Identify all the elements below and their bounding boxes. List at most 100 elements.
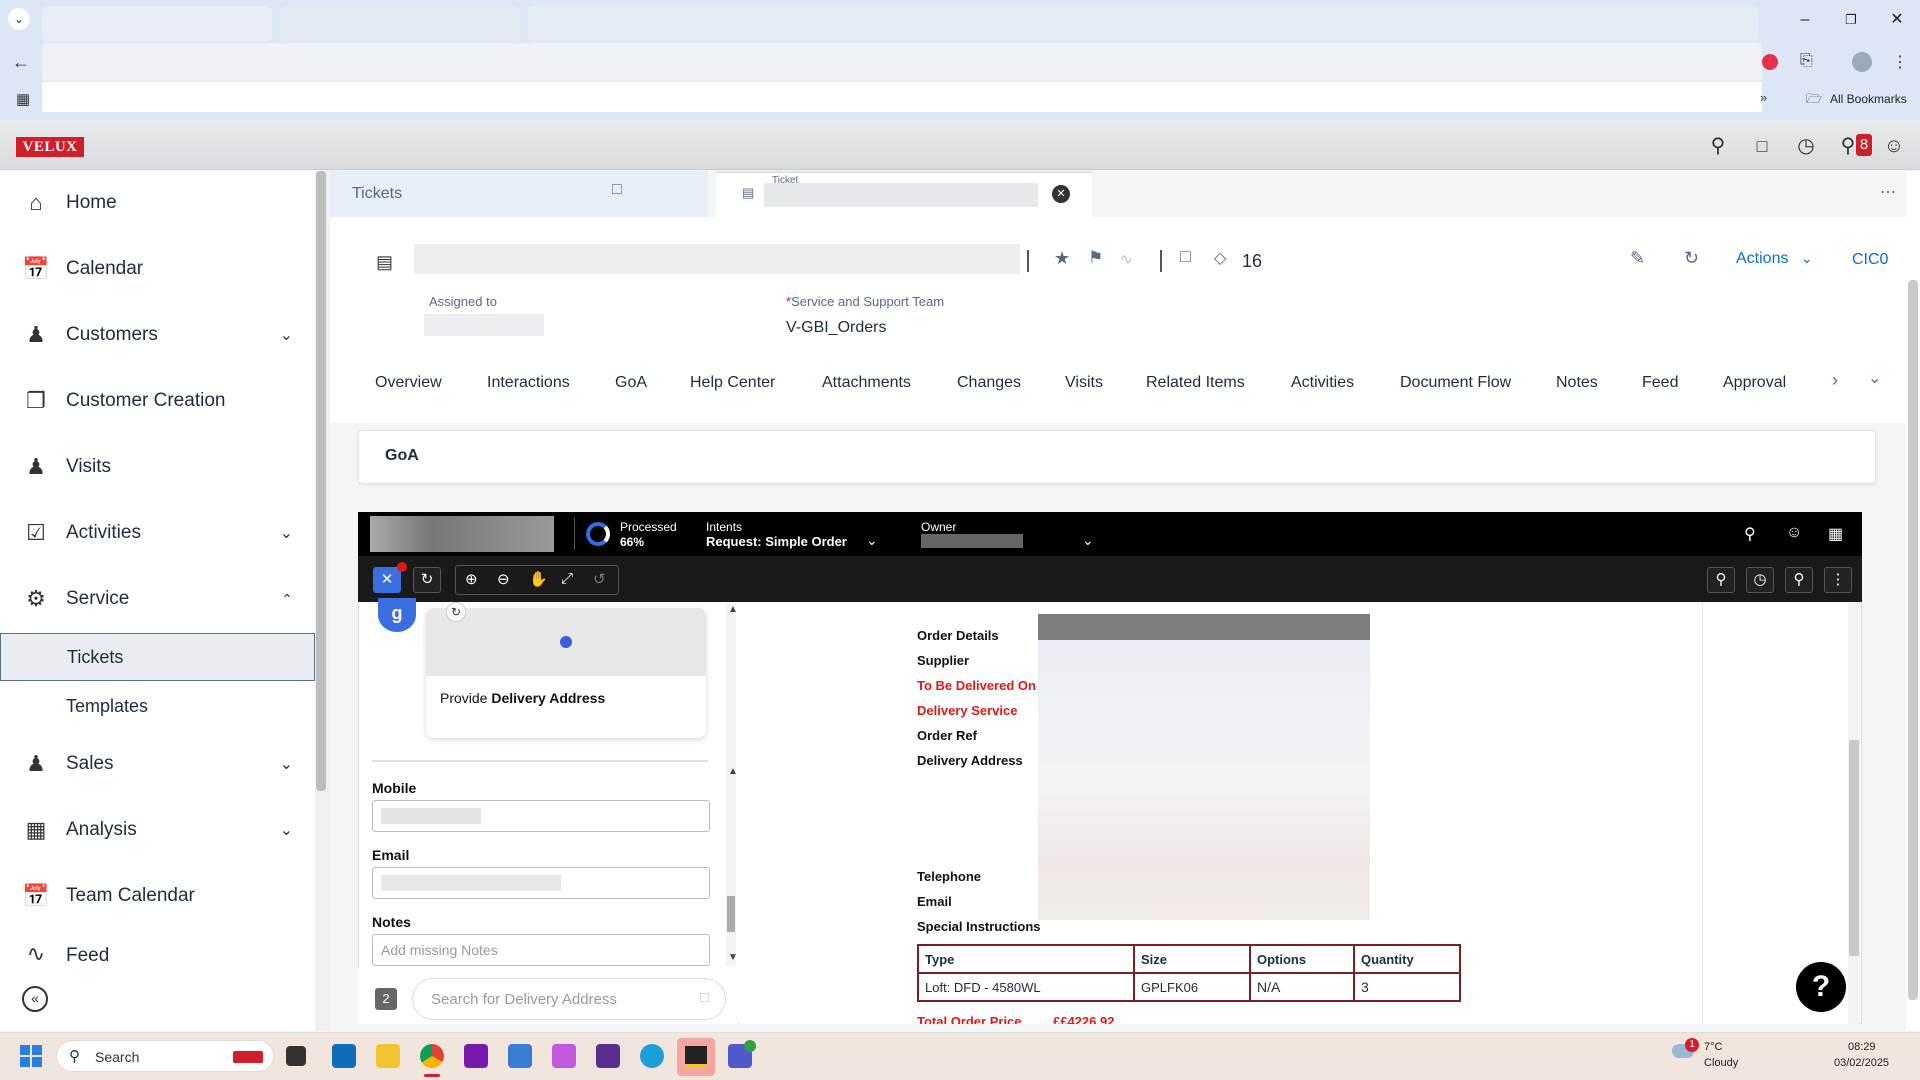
- tab-document-flow[interactable]: Document Flow: [1400, 374, 1511, 392]
- app-icon[interactable]: [596, 1044, 620, 1068]
- sidebar-subitem-tickets[interactable]: Tickets: [0, 633, 315, 681]
- chevron-down-icon[interactable]: ⌄: [1082, 532, 1094, 549]
- tab-overview[interactable]: Overview: [375, 374, 442, 392]
- user-icon[interactable]: ☺: [1786, 524, 1802, 542]
- chevron-down-icon[interactable]: ⌄: [280, 754, 293, 774]
- clock-date[interactable]: 03/02/2025: [1834, 1057, 1889, 1069]
- clock-icon[interactable]: ◷: [1792, 132, 1820, 160]
- file-explorer-icon[interactable]: [376, 1044, 400, 1068]
- comment-icon[interactable]: □: [1180, 246, 1191, 267]
- sidebar-item-feed[interactable]: ∿ Feed: [0, 935, 315, 967]
- chevron-down-icon[interactable]: ⌄: [1868, 368, 1881, 388]
- onenote-icon[interactable]: [464, 1044, 488, 1068]
- notification-tab-icon[interactable]: □: [612, 181, 622, 199]
- form-scroll-thumb[interactable]: [727, 896, 735, 932]
- sidebar-item-customer-creation[interactable]: ❐ Customer Creation: [0, 375, 315, 427]
- flag-icon[interactable]: ⚑: [1088, 248, 1103, 268]
- sidebar-item-activities[interactable]: ☑ Activities ⌄: [0, 507, 315, 559]
- chrome-icon[interactable]: [420, 1044, 444, 1068]
- search-icon[interactable]: ⚲: [1785, 567, 1813, 593]
- tab-interactions[interactable]: Interactions: [487, 374, 570, 392]
- main-scroll-thumb[interactable]: [1908, 280, 1918, 1000]
- chevron-down-icon[interactable]: ⌄: [280, 325, 293, 345]
- tag-icon[interactable]: ◇: [1214, 248, 1226, 268]
- chevron-right-icon[interactable]: ›: [1832, 370, 1838, 391]
- sidebar-item-sales[interactable]: ♟ Sales ⌄: [0, 738, 315, 790]
- tab-goa[interactable]: GoA: [615, 374, 647, 392]
- edge-icon[interactable]: [640, 1044, 664, 1068]
- address-bar[interactable]: [42, 43, 1762, 81]
- chevron-up-icon[interactable]: ▲: [728, 766, 738, 777]
- browser-tab[interactable]: [280, 6, 520, 42]
- help-chat-icon[interactable]: □: [1748, 132, 1776, 160]
- chevron-down-icon[interactable]: ⌄: [866, 532, 878, 549]
- bell-icon[interactable]: ⚲: [1744, 524, 1756, 544]
- notes-field[interactable]: Add missing Notes: [372, 934, 710, 966]
- browser-menu-icon[interactable]: ⋮: [1892, 52, 1908, 72]
- document-scroll-thumb[interactable]: [1849, 740, 1859, 956]
- chevron-up-icon[interactable]: ⌃: [281, 591, 293, 608]
- restore-icon[interactable]: ❐: [1836, 8, 1866, 32]
- sidebar-item-team-calendar[interactable]: 📅 Team Calendar: [0, 870, 315, 922]
- close-window-icon[interactable]: ✕: [1882, 8, 1912, 32]
- zoom-out-icon[interactable]: ⊖: [497, 570, 510, 588]
- mobile-field[interactable]: [372, 800, 710, 832]
- all-bookmarks-link[interactable]: All Bookmarks: [1830, 92, 1907, 106]
- tab-ticket[interactable]: ▤ Ticket ✕: [716, 171, 1092, 217]
- refresh-icon[interactable]: ↻: [1684, 248, 1699, 269]
- chevron-up-icon[interactable]: ▲: [728, 604, 738, 615]
- snipping-tool-icon[interactable]: [552, 1044, 576, 1068]
- windows-start-icon[interactable]: [20, 1045, 42, 1067]
- browser-tab[interactable]: [42, 6, 272, 42]
- zoom-in-icon[interactable]: ⊕: [465, 570, 478, 588]
- minimize-icon[interactable]: –: [1790, 8, 1820, 32]
- more-options-icon[interactable]: ⋯: [1880, 182, 1896, 202]
- clock-time[interactable]: 08:29: [1848, 1041, 1876, 1053]
- edit-icon[interactable]: ✎: [1630, 248, 1645, 269]
- tab-help-center[interactable]: Help Center: [690, 374, 775, 392]
- team-value[interactable]: V-GBI_Orders: [786, 319, 886, 337]
- search-icon[interactable]: ⚲: [1704, 132, 1732, 160]
- sidebar-item-customers[interactable]: ♟ Customers ⌄: [0, 309, 315, 361]
- more-vertical-icon[interactable]: ⋮: [1824, 567, 1852, 593]
- back-icon[interactable]: ←: [12, 52, 30, 73]
- more-bookmarks-icon[interactable]: »: [1760, 90, 1767, 105]
- rotate-icon[interactable]: ↺: [593, 570, 606, 588]
- pan-hand-icon[interactable]: ✋: [529, 570, 548, 588]
- sidebar-item-calendar[interactable]: 📅 Calendar: [0, 243, 315, 295]
- sticky-notes-icon[interactable]: [508, 1044, 532, 1068]
- sidebar-item-service[interactable]: ⚙ Service ⌃: [0, 573, 315, 625]
- rss-icon[interactable]: ∿: [1120, 250, 1133, 268]
- task-view-icon[interactable]: [286, 1046, 306, 1066]
- star-icon[interactable]: ★: [1054, 248, 1070, 269]
- sidebar-item-visits[interactable]: ♟ Visits: [0, 441, 315, 493]
- chat-scrollbar[interactable]: [726, 604, 736, 766]
- intents-value[interactable]: Request: Simple Order: [706, 534, 847, 549]
- attachment-icon[interactable]: □: [700, 989, 709, 1006]
- email-field[interactable]: [372, 867, 710, 899]
- chevron-down-icon[interactable]: ▼: [728, 952, 738, 963]
- map-action-icon[interactable]: ↻: [446, 602, 466, 622]
- chevron-down-icon[interactable]: ⌄: [280, 820, 293, 840]
- apps-grid-icon[interactable]: ▦: [16, 90, 30, 108]
- history-icon[interactable]: ◷: [1746, 567, 1774, 593]
- highlighted-app-icon[interactable]: [677, 1038, 715, 1076]
- delivery-address-search[interactable]: Search for Delivery Address □: [412, 978, 726, 1020]
- tab-attachments[interactable]: Attachments: [822, 374, 911, 392]
- collapse-sidebar-icon[interactable]: «: [22, 986, 48, 1012]
- refresh-icon[interactable]: ↻: [413, 567, 441, 593]
- outlook-icon[interactable]: [332, 1044, 356, 1068]
- fit-screen-icon[interactable]: ⤢: [561, 570, 573, 587]
- apps-grid-icon[interactable]: ▦: [1828, 524, 1843, 544]
- help-button[interactable]: ?: [1796, 962, 1846, 1012]
- extension-badge-icon[interactable]: [1762, 54, 1778, 70]
- sidebar-scroll-thumb[interactable]: [316, 171, 326, 791]
- tab-list-icon[interactable]: ⌄: [8, 8, 30, 30]
- extensions-icon[interactable]: ⎘: [1800, 52, 1813, 70]
- taskbar-search[interactable]: ⚲ Search: [56, 1040, 274, 1072]
- tab-related-items[interactable]: Related Items: [1146, 374, 1245, 392]
- delivery-card[interactable]: Provide Delivery Address: [426, 608, 706, 738]
- sidebar-subitem-templates[interactable]: Templates: [0, 682, 315, 730]
- tab-visits[interactable]: Visits: [1065, 374, 1103, 392]
- actions-button[interactable]: Actions ⌄: [1736, 250, 1813, 268]
